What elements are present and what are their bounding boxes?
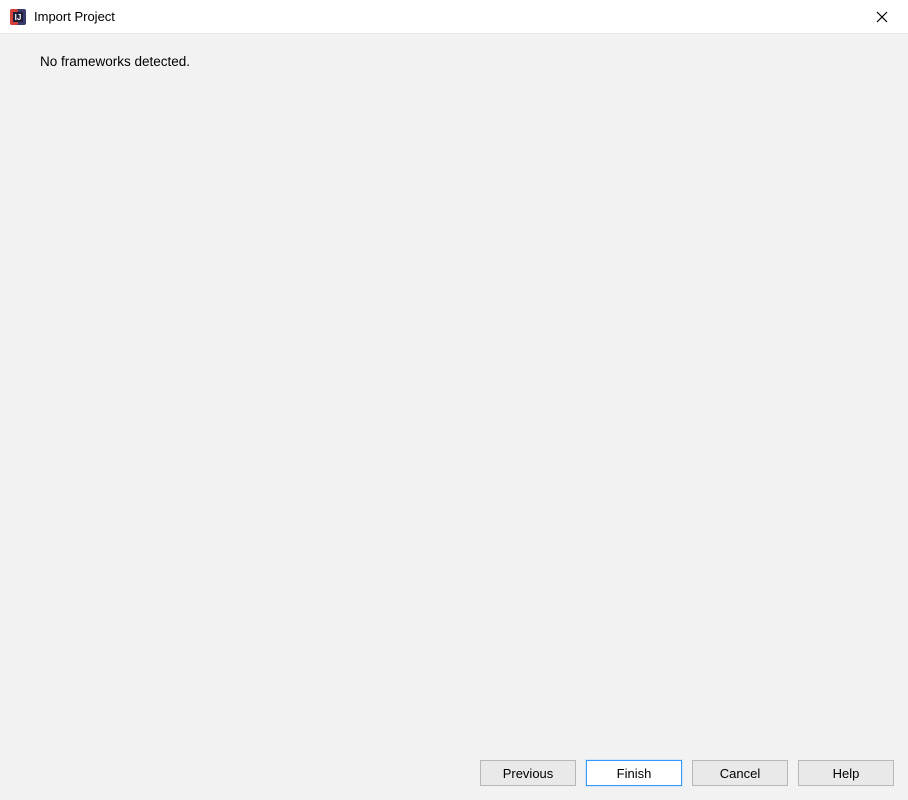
close-icon — [876, 11, 888, 23]
finish-button[interactable]: Finish — [586, 760, 682, 786]
help-button[interactable]: Help — [798, 760, 894, 786]
titlebar: IJ Import Project — [0, 0, 908, 34]
cancel-button[interactable]: Cancel — [692, 760, 788, 786]
window-title: Import Project — [34, 9, 866, 24]
content-area: No frameworks detected. — [0, 34, 908, 750]
button-bar: Previous Finish Cancel Help — [0, 750, 908, 800]
svg-text:IJ: IJ — [15, 13, 22, 22]
app-icon: IJ — [10, 9, 26, 25]
status-message: No frameworks detected. — [40, 54, 868, 69]
previous-button[interactable]: Previous — [480, 760, 576, 786]
close-button[interactable] — [866, 3, 898, 31]
